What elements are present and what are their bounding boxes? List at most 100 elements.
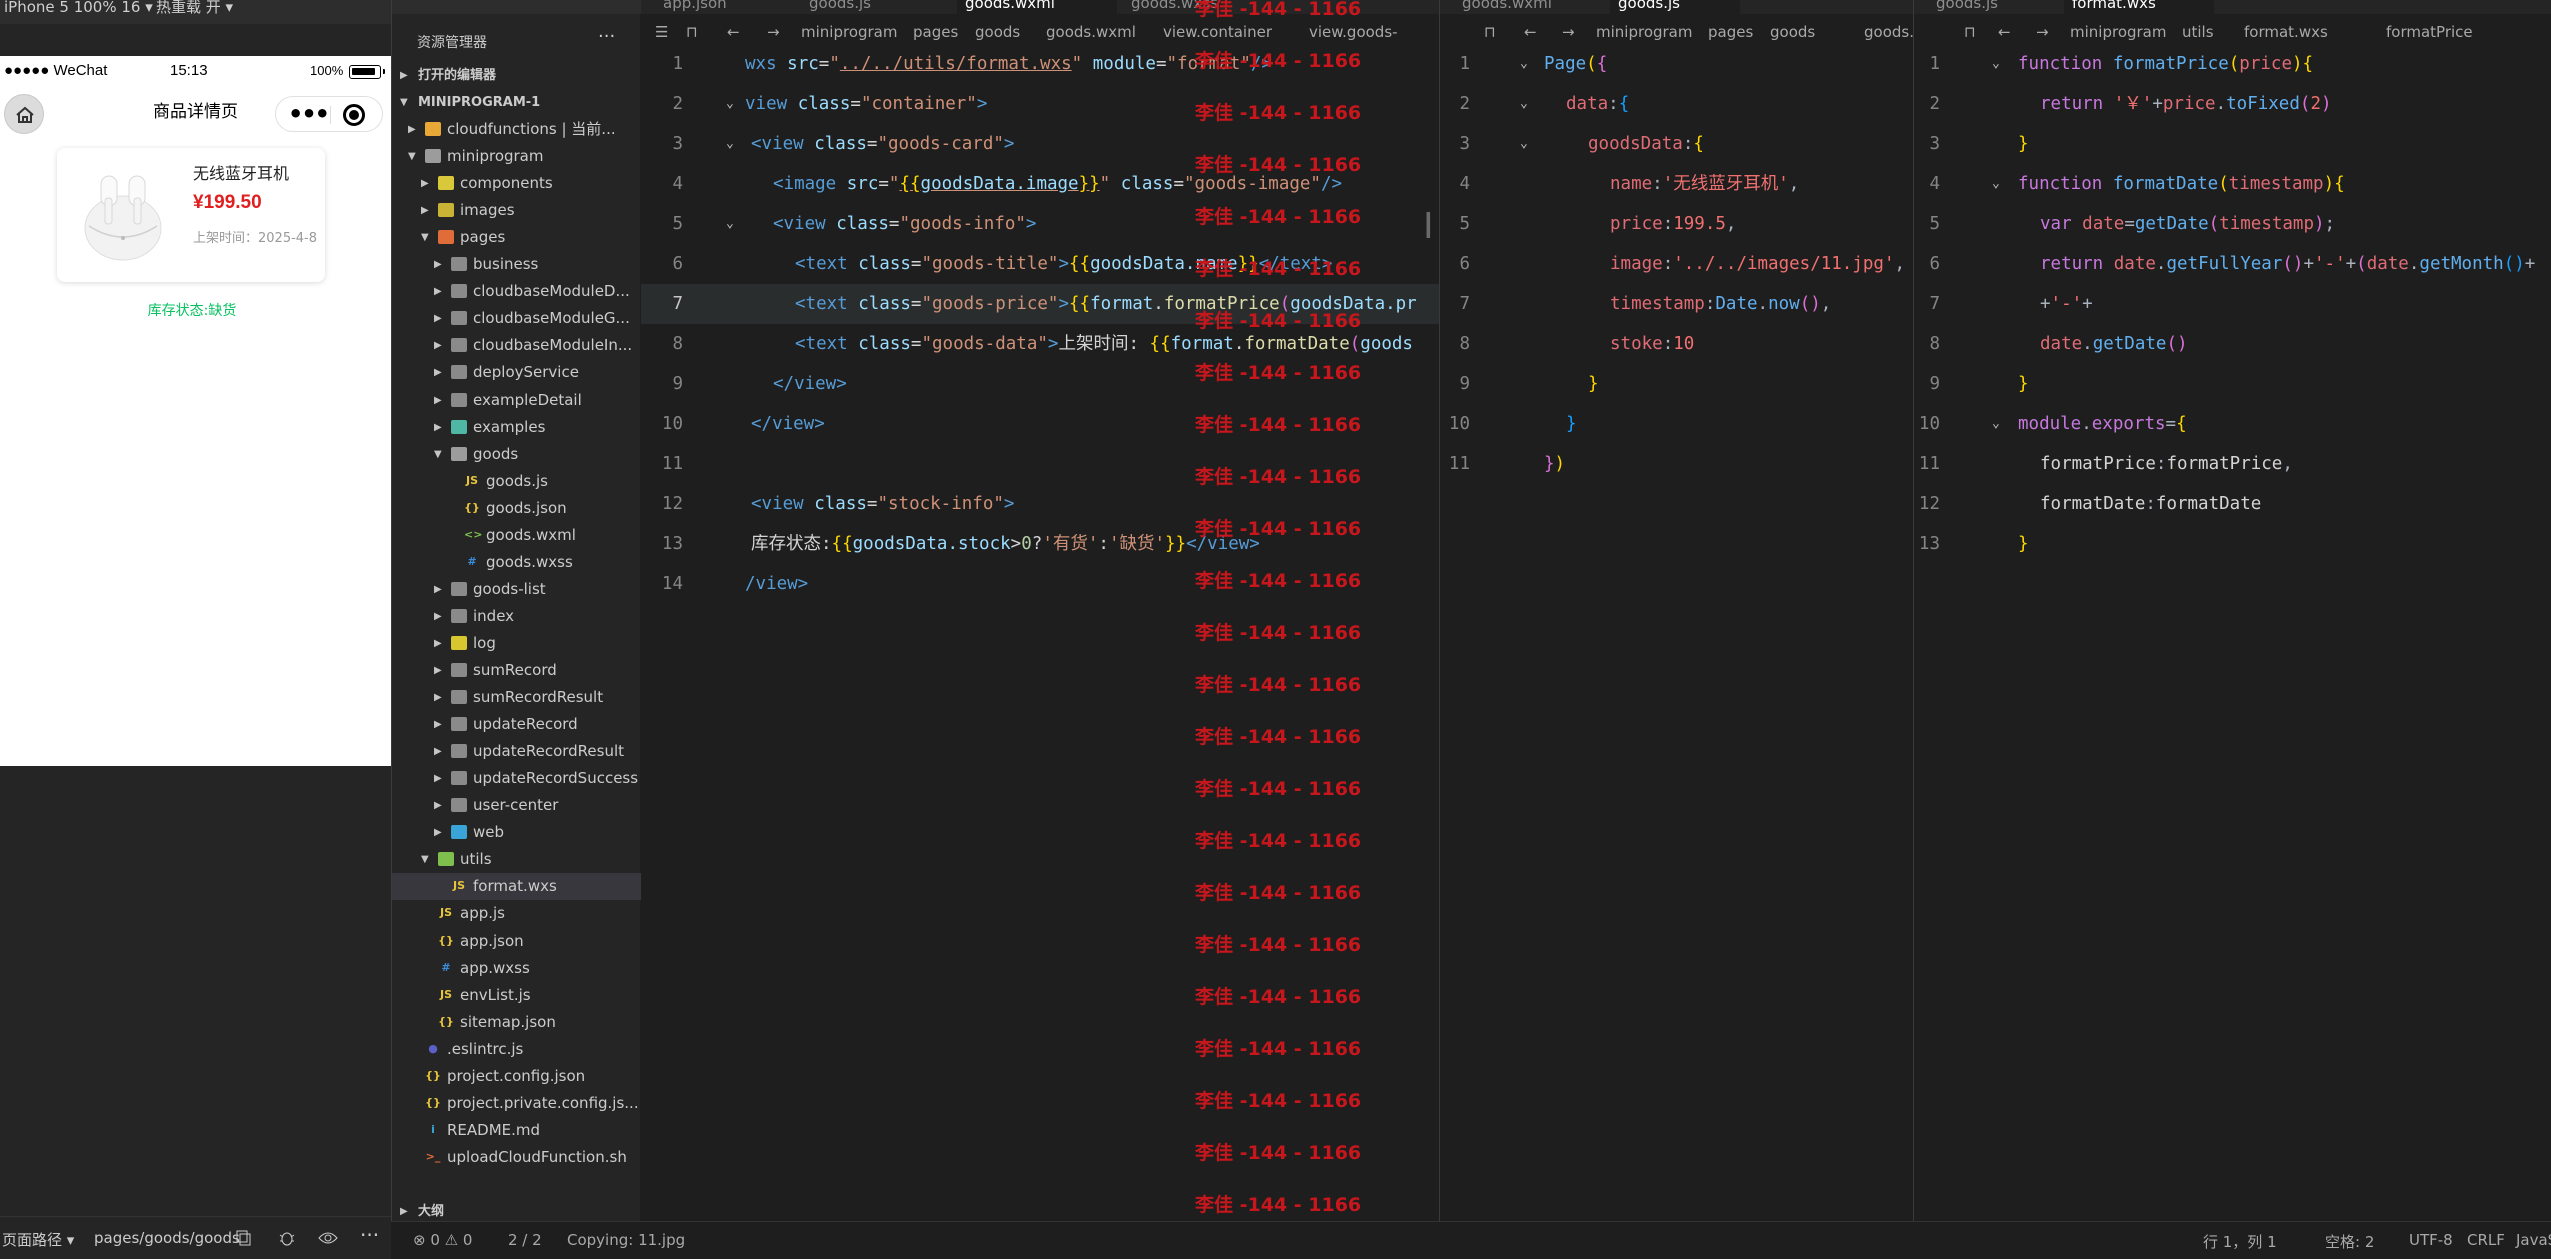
forward-icon[interactable]: → xyxy=(1562,20,1575,44)
tree-folder[interactable]: ▶ deployService xyxy=(392,359,641,386)
close-mini-program-icon[interactable] xyxy=(343,104,365,126)
forward-icon[interactable]: → xyxy=(767,20,780,44)
tab-goods-js[interactable]: goods.js xyxy=(801,0,951,14)
tree-file[interactable]: {} project.private.config.js... xyxy=(392,1090,641,1117)
device-selector[interactable]: iPhone 5 100% 16 ▾ xyxy=(4,0,153,15)
code-line[interactable]: 10 ⌄ module.exports={ xyxy=(1914,404,2551,444)
tree-folder[interactable]: ▶ cloudbaseModuleG... xyxy=(392,305,641,332)
tree-folder[interactable]: ▶ goods-list xyxy=(392,576,641,603)
tree-file[interactable]: # app.wxss xyxy=(392,955,641,982)
code-line[interactable]: 7 timestamp:Date.now(), xyxy=(1440,284,1913,324)
home-button[interactable] xyxy=(4,94,44,134)
code-line[interactable]: 4 name:'无线蓝牙耳机', xyxy=(1440,164,1913,204)
tree-folder[interactable]: ▶ sumRecord xyxy=(392,657,641,684)
code-line[interactable]: 13} xyxy=(1914,524,2551,564)
tree-file[interactable]: # goods.wxss xyxy=(392,549,641,576)
tree-folder[interactable]: ▼ miniprogram xyxy=(392,143,641,170)
problems-indicator[interactable]: ⊗ 0 ⚠ 0 xyxy=(413,1231,472,1249)
code-line[interactable]: 8 stoke:10 xyxy=(1440,324,1913,364)
code-line[interactable]: 9} xyxy=(1914,364,2551,404)
code-line[interactable]: 6 return date.getFullYear()+'-'+(date.get… xyxy=(1914,244,2551,284)
tree-file[interactable]: <> goods.wxml xyxy=(392,522,641,549)
code-line[interactable]: 9} xyxy=(1440,364,1913,404)
tree-file[interactable]: {} app.json xyxy=(392,928,641,955)
split-editor-icon[interactable]: ☰ xyxy=(655,20,668,44)
tree-file[interactable]: JS app.js xyxy=(392,900,641,927)
breadcrumb-item[interactable]: view.container xyxy=(1163,20,1272,44)
indentation[interactable]: 空格: 2 xyxy=(2325,1231,2374,1252)
hot-reload-toggle[interactable]: 热重载 开 ▾ xyxy=(156,0,233,15)
more-icon[interactable]: ••• xyxy=(288,97,330,131)
explorer-more-icon[interactable]: ··· xyxy=(598,26,615,47)
code-line[interactable]: 2 ⌄ data:{ xyxy=(1440,84,1913,124)
copy-icon[interactable] xyxy=(236,1230,252,1246)
tree-folder[interactable]: ▶ images xyxy=(392,197,641,224)
cursor-position[interactable]: 行 1，列 1 xyxy=(2203,1231,2277,1252)
tree-file[interactable]: {} sitemap.json xyxy=(392,1009,641,1036)
breadcrumb-item[interactable]: goods.wxml xyxy=(1046,20,1136,44)
breadcrumb-item[interactable]: pages xyxy=(1708,20,1753,44)
code-line[interactable]: 3} xyxy=(1914,124,2551,164)
tree-folder[interactable]: ▼ utils xyxy=(392,846,641,873)
tree-folder[interactable]: ▶ updateRecordResult xyxy=(392,738,641,765)
tab-goods-js[interactable]: goods.js xyxy=(1928,0,2058,14)
open-editors-section[interactable]: ▶ 打开的编辑器 xyxy=(392,62,641,89)
tree-folder[interactable]: ▶ web xyxy=(392,819,641,846)
bookmark-icon[interactable]: ⊓ xyxy=(686,20,698,44)
tree-folder[interactable]: ▶ components xyxy=(392,170,641,197)
tree-file[interactable]: JS format.wxs xyxy=(392,873,641,901)
code-line[interactable]: 3 ⌄ goodsData:{ xyxy=(1440,124,1913,164)
tree-file[interactable]: >_ uploadCloudFunction.sh xyxy=(392,1144,641,1171)
code-line[interactable]: 11 formatPrice:formatPrice, xyxy=(1914,444,2551,484)
code-line[interactable]: 10} xyxy=(1440,404,1913,444)
project-section[interactable]: ▼ MINIPROGRAM-1 xyxy=(392,89,641,116)
tree-folder[interactable]: ▶ cloudbaseModuleIn... xyxy=(392,332,641,359)
code-line[interactable]: 7 +'-'+ xyxy=(1914,284,2551,324)
breadcrumb-item[interactable]: goods xyxy=(1770,20,1815,44)
tree-folder[interactable]: ▶ user-center xyxy=(392,792,641,819)
breadcrumb-item[interactable]: goods. xyxy=(1864,20,1913,44)
tree-file[interactable]: {} project.config.json xyxy=(392,1063,641,1090)
tab-goods-wxml[interactable]: goods.wxml xyxy=(1454,0,1604,14)
code-line[interactable]: 5 price:199.5, xyxy=(1440,204,1913,244)
tab-app-json[interactable]: app.json xyxy=(655,0,795,14)
tree-folder[interactable]: ▶ cloudbaseModuleD... xyxy=(392,278,641,305)
tree-folder[interactable]: ▶ updateRecordSuccess xyxy=(392,765,641,792)
tree-folder[interactable]: ▶ index xyxy=(392,603,641,630)
tree-folder[interactable]: ▶ exampleDetail xyxy=(392,387,641,414)
tree-folder[interactable]: ▶ examples xyxy=(392,414,641,441)
bookmark-icon[interactable]: ⊓ xyxy=(1964,20,1976,44)
code-line[interactable]: 6 image:'../../images/11.jpg', xyxy=(1440,244,1913,284)
code-line[interactable]: 4 ⌄ function formatDate(timestamp){ xyxy=(1914,164,2551,204)
line-ending[interactable]: CRLF xyxy=(2467,1231,2505,1249)
code-line[interactable]: 12 formatDate:formatDate xyxy=(1914,484,2551,524)
encoding[interactable]: UTF-8 xyxy=(2409,1231,2453,1249)
breadcrumb-item[interactable]: miniprogram xyxy=(801,20,897,44)
page-path-label[interactable]: 页面路径 ▾ xyxy=(2,1229,74,1250)
tab-goods-js[interactable]: goods.js xyxy=(1610,0,1740,14)
preview-eye-icon[interactable] xyxy=(318,1230,338,1246)
breadcrumb-item[interactable]: format.wxs xyxy=(2244,20,2328,44)
code-line[interactable]: 11}) xyxy=(1440,444,1913,484)
back-icon[interactable]: ← xyxy=(1524,20,1537,44)
breadcrumb-item[interactable]: miniprogram xyxy=(1596,20,1692,44)
breadcrumb-item[interactable]: view.goods- xyxy=(1309,20,1398,44)
back-icon[interactable]: ← xyxy=(1998,20,2011,44)
bookmark-icon[interactable]: ⊓ xyxy=(1484,20,1496,44)
tree-folder[interactable]: ▶ business xyxy=(392,251,641,278)
breadcrumb-item[interactable]: utils xyxy=(2182,20,2214,44)
tree-folder[interactable]: ▼ pages xyxy=(392,224,641,251)
forward-icon[interactable]: → xyxy=(2036,20,2049,44)
tree-folder[interactable]: ▶ log xyxy=(392,630,641,657)
tree-file[interactable]: {} goods.json xyxy=(392,495,641,522)
tree-file[interactable]: i README.md xyxy=(392,1117,641,1144)
more-icon[interactable]: ··· xyxy=(360,1223,379,1247)
code-line[interactable]: 1 ⌄ Page({ xyxy=(1440,44,1913,84)
back-icon[interactable]: ← xyxy=(727,20,740,44)
code-line[interactable]: 1 ⌄ function formatPrice(price){ xyxy=(1914,44,2551,84)
tree-folder[interactable]: ▼ goods xyxy=(392,441,641,468)
breadcrumb-item[interactable]: pages xyxy=(913,20,958,44)
tree-file[interactable]: JS envList.js xyxy=(392,982,641,1009)
debug-icon[interactable] xyxy=(278,1229,296,1247)
tree-folder[interactable]: ▶ updateRecord xyxy=(392,711,641,738)
